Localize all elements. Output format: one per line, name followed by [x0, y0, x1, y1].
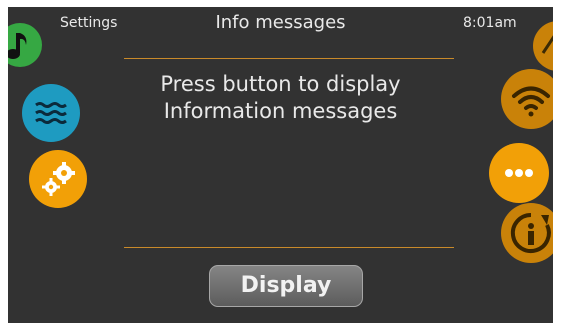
spa-screen: Settings Info messages 8:01am Press butt… [8, 7, 553, 323]
display-button[interactable]: Display [209, 265, 363, 307]
wifi-icon[interactable] [501, 69, 553, 129]
info-message: Press button to display Information mess… [8, 71, 553, 125]
info-icon[interactable] [501, 203, 553, 263]
more-icon[interactable] [489, 143, 549, 203]
clock: 8:01am [463, 15, 517, 31]
message-line-1: Press button to display [160, 72, 401, 96]
partial-icon[interactable] [533, 21, 553, 71]
message-line-2: Information messages [163, 99, 398, 123]
bottom-divider [124, 247, 454, 248]
music-icon[interactable] [8, 23, 42, 67]
water-icon[interactable] [22, 84, 80, 142]
top-divider [124, 58, 454, 59]
gears-icon[interactable] [29, 150, 87, 208]
